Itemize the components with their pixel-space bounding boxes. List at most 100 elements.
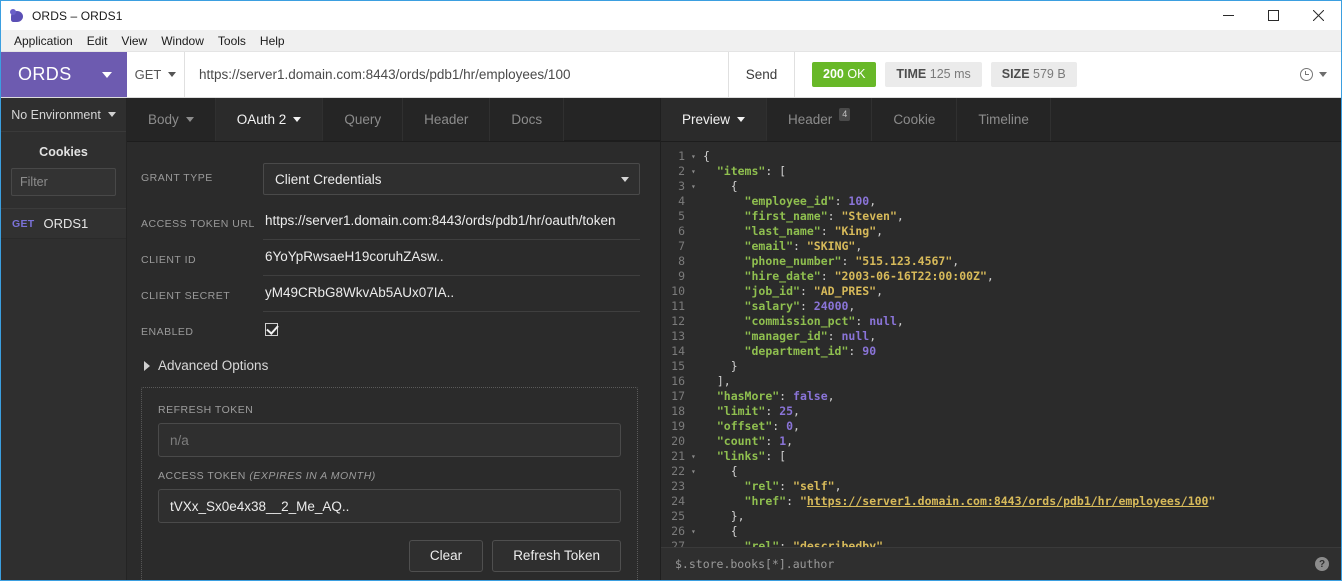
tab-query[interactable]: Query bbox=[323, 98, 404, 141]
tab-query-label: Query bbox=[344, 112, 382, 127]
menu-item-tools[interactable]: Tools bbox=[211, 31, 253, 51]
response-time-value: 125 ms bbox=[929, 67, 971, 81]
chevron-down-icon bbox=[737, 116, 746, 122]
json-fold-toggle-icon bbox=[691, 269, 703, 284]
json-fold-toggle-icon bbox=[691, 359, 703, 374]
grant-type-select[interactable]: Client Credentials bbox=[263, 163, 640, 195]
json-line-number: 25 bbox=[671, 509, 685, 523]
url-input[interactable]: https://server1.domain.com:8443/ords/pdb… bbox=[185, 52, 729, 97]
access-token-url-label: ACCESS TOKEN URL bbox=[141, 218, 255, 230]
json-fold-toggle-icon bbox=[691, 299, 703, 314]
response-status-area: 200 OK TIME 125 ms SIZE 579 B bbox=[795, 52, 1341, 97]
http-method-dropdown[interactable]: GET bbox=[127, 52, 185, 97]
json-line-text: "phone_number": "515.123.4567", bbox=[744, 254, 960, 268]
json-fold-toggle-icon bbox=[691, 344, 703, 359]
request-tab-bar: Body OAuth 2 Query Header Docs bbox=[127, 98, 660, 142]
json-line-number: 5 bbox=[678, 209, 685, 223]
list-item[interactable]: GET ORDS1 bbox=[1, 209, 126, 239]
tab-timeline[interactable]: Timeline bbox=[957, 98, 1051, 141]
json-line-number: 22 bbox=[671, 464, 685, 478]
tab-preview[interactable]: Preview bbox=[661, 98, 768, 141]
cookies-heading: Cookies bbox=[39, 145, 88, 159]
close-button[interactable] bbox=[1296, 1, 1341, 30]
environment-selector[interactable]: No Environment bbox=[1, 98, 126, 132]
json-line: 2 ▾ "items": [ bbox=[661, 164, 1341, 179]
json-fold-toggle-icon[interactable]: ▾ bbox=[691, 149, 703, 164]
access-token-label-text: ACCESS TOKEN bbox=[158, 470, 246, 482]
json-line-number: 8 bbox=[678, 254, 685, 268]
advanced-options-toggle[interactable]: Advanced Options bbox=[141, 341, 640, 387]
tab-header[interactable]: Header bbox=[403, 98, 491, 141]
json-fold-toggle-icon[interactable]: ▾ bbox=[691, 164, 703, 179]
status-code-number: 200 bbox=[823, 67, 844, 81]
json-line: 13 "manager_id": null, bbox=[661, 329, 1341, 344]
chevron-right-icon bbox=[144, 360, 150, 371]
grant-type-value: Client Credentials bbox=[275, 171, 382, 187]
json-fold-toggle-icon bbox=[691, 284, 703, 299]
history-dropdown[interactable] bbox=[1300, 68, 1327, 81]
json-line-text: { bbox=[730, 524, 738, 538]
menu-item-application[interactable]: Application bbox=[7, 31, 80, 51]
json-line-text: "hasMore": false, bbox=[716, 389, 835, 403]
tab-oauth2[interactable]: OAuth 2 bbox=[215, 98, 324, 141]
json-line-text: } bbox=[730, 359, 738, 373]
json-line-text: "links": [ bbox=[716, 449, 787, 463]
json-line-text: }, bbox=[730, 509, 745, 523]
response-panel: Preview Header 4 Cookie Timeline 1 ▾{2 ▾ "… bbox=[661, 98, 1341, 580]
response-time-label: TIME bbox=[896, 67, 927, 81]
menu-item-edit[interactable]: Edit bbox=[80, 31, 115, 51]
request-panel: Body OAuth 2 Query Header Docs GRANT TYP… bbox=[127, 98, 661, 580]
help-icon[interactable]: ? bbox=[1315, 557, 1329, 571]
json-fold-toggle-icon bbox=[691, 329, 703, 344]
request-url-bar: ORDS GET https://server1.domain.com:8443… bbox=[1, 52, 1341, 98]
json-line: 1 ▾{ bbox=[661, 149, 1341, 164]
json-line-text: "items": [ bbox=[716, 164, 787, 178]
json-line-text: { bbox=[730, 464, 738, 478]
refresh-token-input[interactable] bbox=[158, 423, 621, 457]
client-secret-input[interactable] bbox=[263, 276, 640, 312]
access-token-label: ACCESS TOKEN (EXPIRES IN A MONTH) bbox=[158, 470, 621, 482]
json-fold-toggle-icon bbox=[691, 209, 703, 224]
refresh-token-button[interactable]: Refresh Token bbox=[492, 540, 621, 572]
json-line-number: 17 bbox=[671, 389, 685, 403]
maximize-button[interactable] bbox=[1251, 1, 1296, 30]
json-line-text: "offset": 0, bbox=[716, 419, 800, 433]
client-secret-row: CLIENT SECRET bbox=[141, 276, 640, 312]
ords-brand-dropdown[interactable]: ORDS bbox=[1, 52, 127, 97]
tab-body[interactable]: Body bbox=[127, 98, 216, 141]
access-token-input[interactable] bbox=[158, 489, 621, 523]
json-preview-viewer[interactable]: 1 ▾{2 ▾ "items": [3 ▾ {4 "employee_id": 100… bbox=[661, 142, 1341, 547]
json-line-number: 14 bbox=[671, 344, 685, 358]
json-line-number: 11 bbox=[671, 299, 685, 313]
request-tab-spacer bbox=[564, 98, 660, 141]
json-line: 3 ▾ { bbox=[661, 179, 1341, 194]
json-fold-toggle-icon[interactable]: ▾ bbox=[691, 449, 703, 464]
clear-button[interactable]: Clear bbox=[408, 540, 484, 572]
json-line-text: "employee_id": 100, bbox=[744, 194, 877, 208]
menu-item-window[interactable]: Window bbox=[154, 31, 211, 51]
json-line: 11 "salary": 24000, bbox=[661, 299, 1341, 314]
enabled-checkbox[interactable] bbox=[265, 323, 278, 336]
access-token-expiry-note: (EXPIRES IN A MONTH) bbox=[249, 470, 376, 482]
tab-docs[interactable]: Docs bbox=[490, 98, 565, 141]
chevron-down-icon bbox=[102, 71, 112, 78]
minimize-button[interactable] bbox=[1206, 1, 1251, 30]
json-line-number: 9 bbox=[678, 269, 685, 283]
chevron-down-icon bbox=[621, 176, 629, 182]
client-id-input[interactable] bbox=[263, 240, 640, 276]
json-line-number: 21 bbox=[671, 449, 685, 463]
menu-item-view[interactable]: View bbox=[114, 31, 154, 51]
send-button[interactable]: Send bbox=[729, 52, 795, 97]
jsonpath-input[interactable] bbox=[675, 557, 1315, 571]
filter-input[interactable] bbox=[11, 168, 116, 196]
json-fold-toggle-icon[interactable]: ▾ bbox=[691, 524, 703, 539]
tab-timeline-label: Timeline bbox=[978, 112, 1029, 127]
json-line-text: "hire_date": "2003-06-16T22:00:00Z", bbox=[744, 269, 994, 283]
json-fold-toggle-icon[interactable]: ▾ bbox=[691, 464, 703, 479]
json-line-text: "first_name": "Steven", bbox=[744, 209, 904, 223]
json-fold-toggle-icon[interactable]: ▾ bbox=[691, 179, 703, 194]
tab-response-header[interactable]: Header 4 bbox=[767, 98, 873, 141]
menu-item-help[interactable]: Help bbox=[253, 31, 292, 51]
tab-cookie[interactable]: Cookie bbox=[872, 98, 958, 141]
access-token-url-input[interactable] bbox=[263, 204, 640, 240]
